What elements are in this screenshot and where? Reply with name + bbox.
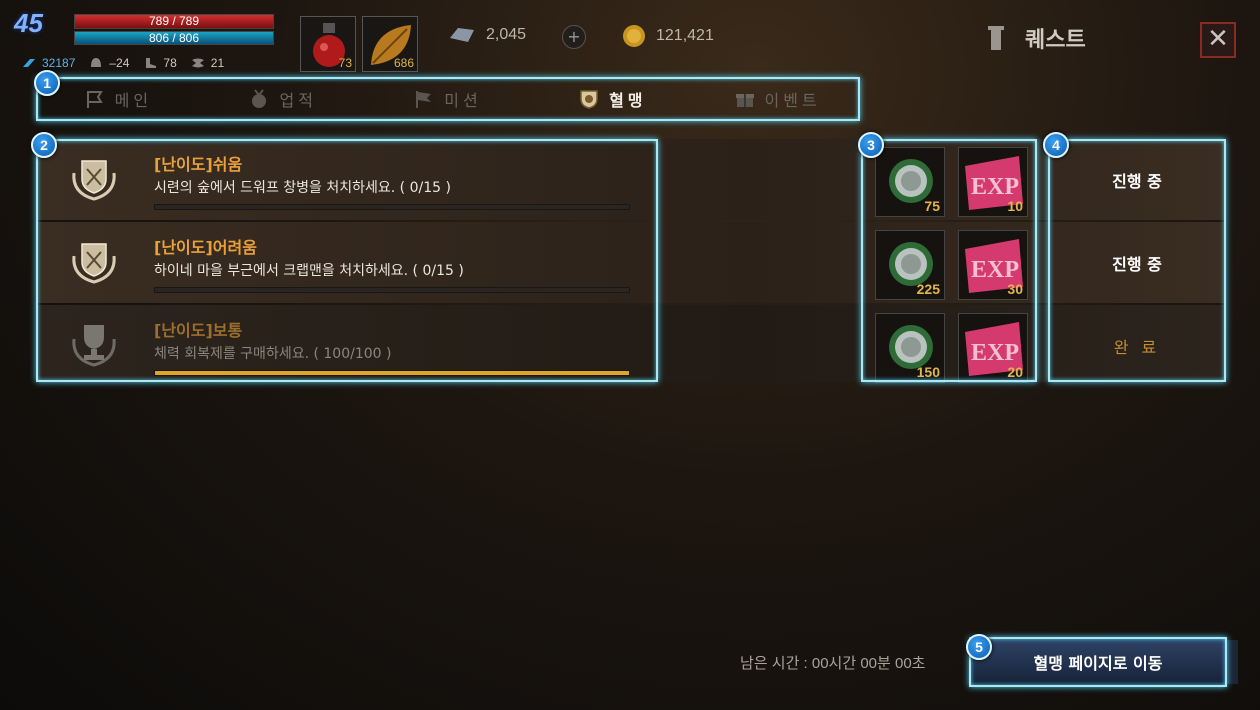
- trophy-icon: [72, 325, 116, 367]
- quest-progress-bar: [154, 287, 630, 293]
- tab-event[interactable]: 이벤트: [695, 87, 860, 111]
- reward-coin[interactable]: 75: [875, 147, 945, 217]
- tab-clan-label: 혈맹: [609, 91, 647, 110]
- quest-row[interactable]: [난이도]보통 체력 회복제를 구매하세요. ( 100/100 ): [36, 305, 656, 386]
- tab-mission-label: 미션: [444, 91, 482, 110]
- diamond-icon: [450, 28, 474, 42]
- tab-mission[interactable]: 미션: [366, 87, 531, 111]
- reward-coin-amount: 75: [924, 198, 940, 214]
- status-complete[interactable]: 완 료: [1049, 305, 1225, 386]
- quest-progress-fill: [155, 371, 629, 375]
- player-level: 45: [14, 8, 43, 38]
- quest-description: 체력 회복제를 구매하세요. ( 100/100 ): [154, 346, 392, 362]
- tab-event-label: 이벤트: [764, 91, 821, 110]
- quest-description: 하이네 마을 부근에서 크랩맨을 처치하세요. ( 0/15 ): [154, 263, 464, 279]
- flag-icon: [86, 91, 103, 108]
- reward-coin[interactable]: 150: [875, 313, 945, 383]
- button-edge: [1226, 640, 1238, 684]
- marker-2: 2: [31, 132, 57, 158]
- tab-main-label: 메인: [114, 91, 153, 110]
- stat-wing-value: 21: [210, 56, 225, 70]
- quest-row[interactable]: [난이도]쉬움 시련의 숲에서 드워프 창병을 처치하세요. ( 0/15 ): [36, 139, 656, 220]
- reward-coin-amount: 225: [916, 281, 940, 297]
- marker-4: 4: [1043, 132, 1069, 158]
- tab-achievement[interactable]: 업적: [201, 87, 366, 111]
- quest-description: 시련의 숲에서 드워프 창병을 처치하세요. ( 0/15 ): [154, 180, 451, 196]
- gold-currency: 121,421: [622, 24, 714, 48]
- tab-main[interactable]: 메인: [36, 87, 201, 111]
- diamond-currency: 2,045: [448, 24, 526, 46]
- quest-list: [난이도]쉬움 시련의 숲에서 드워프 창병을 처치하세요. ( 0/15 ) …: [36, 139, 656, 382]
- item-slot-potion[interactable]: 73: [300, 16, 356, 72]
- quest-row[interactable]: [난이도]어려움 하이네 마을 부근에서 크랩맨을 처치하세요. ( 0/15 …: [36, 222, 656, 303]
- reward-exp[interactable]: EXP 20: [958, 313, 1028, 383]
- medal-icon: [252, 89, 267, 108]
- reward-exp[interactable]: EXP 30: [958, 230, 1028, 300]
- goto-clan-page-button[interactable]: 혈맹 페이지로 이동: [970, 638, 1226, 686]
- quest-title: [난이도]쉬움: [154, 155, 243, 174]
- status-in-progress[interactable]: 진행 중: [1049, 139, 1225, 220]
- marker-1: 1: [34, 70, 60, 96]
- helmet-icon: [91, 58, 102, 67]
- gold-amount: 121,421: [656, 27, 714, 44]
- quest-progress-bar: [154, 370, 630, 376]
- item-slot-leaf[interactable]: 686: [362, 16, 418, 72]
- status-column: 진행 중 진행 중 완 료: [1049, 139, 1225, 382]
- stat-power-value: 32187: [42, 56, 76, 70]
- mp-bar: 806 / 806: [74, 31, 274, 45]
- quest-progress-bar: [154, 204, 630, 210]
- reward-coin-amount: 150: [916, 364, 940, 380]
- stat-defense: –24: [89, 56, 129, 70]
- mission-flag-icon: [416, 91, 432, 108]
- stat-speed-value: 78: [163, 56, 177, 70]
- quest-tabs: 메인 업적 미션 혈맹 이벤트: [36, 78, 860, 120]
- tab-achievement-label: 업적: [279, 91, 317, 110]
- add-currency-button[interactable]: +: [562, 25, 586, 49]
- svg-text:EXP: EXP: [971, 340, 1019, 366]
- reward-coin[interactable]: 225: [875, 230, 945, 300]
- wing-icon: [191, 58, 204, 68]
- diamond-amount: 2,045: [486, 26, 527, 43]
- reward-exp-amount: 30: [1007, 281, 1023, 297]
- svg-text:EXP: EXP: [971, 174, 1019, 200]
- stat-power: 32187: [22, 56, 75, 70]
- clan-shield-icon: [580, 90, 598, 109]
- window-title-text: 퀘스트: [1025, 28, 1086, 53]
- laurel-crest-icon: [72, 243, 116, 284]
- status-in-progress[interactable]: 진행 중: [1049, 222, 1225, 303]
- gift-icon: [735, 94, 754, 107]
- stat-speed: 78: [143, 56, 177, 70]
- reward-exp-amount: 20: [1007, 364, 1023, 380]
- gold-coin-icon: [623, 25, 645, 47]
- marker-3: 3: [858, 132, 884, 158]
- laurel-crest-icon: [72, 160, 116, 201]
- hp-bar: 789 / 789: [74, 14, 274, 29]
- player-stats: 32187 –24 78 21: [22, 56, 224, 70]
- quest-title: [난이도]보통: [154, 321, 243, 340]
- stat-defense-value: –24: [109, 56, 130, 70]
- reward-exp-amount: 10: [1007, 198, 1023, 214]
- rewards-column: 75 EXP 10 225 EXP 30 150 EXP 20: [863, 139, 1037, 383]
- close-button[interactable]: ✕: [1200, 22, 1236, 58]
- boot-icon: [146, 58, 157, 68]
- marker-5: 5: [966, 634, 992, 660]
- svg-text:EXP: EXP: [971, 257, 1019, 283]
- power-icon: [23, 59, 35, 67]
- window-title: 퀘스트: [985, 22, 1086, 54]
- top-hud: 45 789 / 789 806 / 806 32187 –24 78 21 7…: [0, 0, 1260, 76]
- tab-clan[interactable]: 혈맹: [530, 87, 695, 111]
- stat-wing: 21: [191, 56, 224, 70]
- remaining-time: 남은 시간 : 00시간 00분 00초: [740, 655, 926, 672]
- potion-count: 73: [338, 56, 352, 70]
- quest-title: [난이도]어려움: [154, 238, 257, 257]
- scroll-icon: [988, 26, 1004, 50]
- reward-exp[interactable]: EXP 10: [958, 147, 1028, 217]
- leaf-count: 686: [393, 56, 414, 70]
